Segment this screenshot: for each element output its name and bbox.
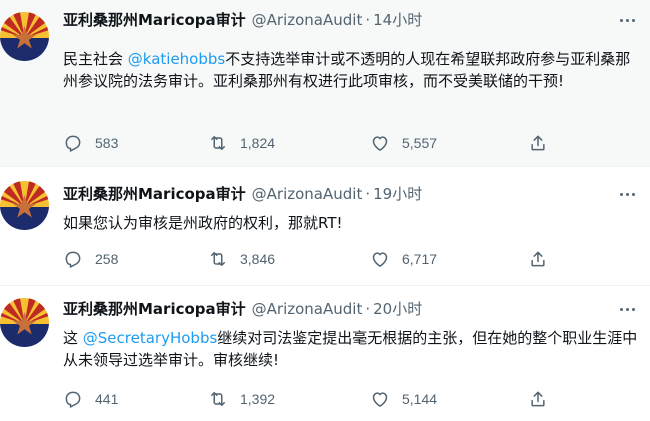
tweet-text-part: 这 (63, 329, 83, 347)
mention-link[interactable]: @katiehobbs (128, 50, 225, 68)
author-name[interactable]: 亚利桑那州Maricopa审计 (63, 300, 246, 318)
like-count: 5,144 (402, 391, 438, 407)
tweet-actions: 258 3,846 6,717 (63, 248, 583, 270)
share-button[interactable] (528, 388, 548, 410)
more-options-icon[interactable] (616, 183, 638, 205)
retweet-button[interactable]: 1,824 (208, 132, 275, 154)
reply-button[interactable]: 583 (63, 132, 118, 154)
mention-link[interactable]: @SecretaryHobbs (83, 329, 218, 347)
tweet-timestamp[interactable]: 20小时 (373, 300, 422, 318)
separator-dot: · (365, 185, 371, 203)
more-options-icon[interactable] (616, 298, 638, 320)
author-handle[interactable]: @ArizonaAudit (252, 300, 363, 318)
retweet-button[interactable]: 3,846 (208, 248, 275, 270)
retweet-count: 1,392 (240, 391, 276, 407)
tweet-2[interactable]: 亚利桑那州Maricopa审计 @ArizonaAudit · 19小时 如果您认为审… (0, 167, 650, 285)
tweet-text: 如果您认为审核是州政府的权利，那就RT! (63, 212, 638, 234)
avatar[interactable] (0, 298, 49, 347)
tweet-3[interactable]: 亚利桑那州Maricopa审计 @ArizonaAudit · 20小时 这 @Sec… (0, 286, 650, 421)
share-icon (531, 391, 545, 407)
retweet-icon (211, 392, 225, 406)
like-button[interactable]: 6,717 (370, 248, 437, 270)
tweet-text-part: 民主社会 (63, 50, 128, 68)
retweet-icon (211, 252, 225, 266)
reply-count: 583 (95, 135, 119, 151)
avatar[interactable] (0, 12, 49, 61)
tweet-actions: 583 1,824 5,557 (63, 132, 583, 154)
tweet-text-part: 如果您认为审核是州政府的权利，那就RT! (63, 214, 343, 232)
author-handle[interactable]: @ArizonaAudit (252, 11, 363, 29)
heart-icon (372, 392, 388, 407)
reply-icon (65, 135, 81, 152)
reply-count: 441 (95, 391, 119, 407)
arizona-flag-avatar-icon (0, 181, 49, 230)
share-icon (531, 135, 545, 151)
reply-icon (65, 391, 81, 408)
like-button[interactable]: 5,557 (370, 132, 437, 154)
tweet-text: 这 @SecretaryHobbs继续对司法鉴定提出毫无根据的主张，但在她的整个… (63, 327, 638, 371)
arizona-flag-avatar-icon (0, 12, 49, 61)
author-handle[interactable]: @ArizonaAudit (252, 185, 363, 203)
author-name[interactable]: 亚利桑那州Maricopa审计 (63, 185, 246, 203)
more-options-icon[interactable] (616, 9, 638, 31)
retweet-count: 1,824 (240, 135, 276, 151)
separator-dot: · (365, 300, 371, 318)
tweet-timestamp[interactable]: 19小时 (373, 185, 422, 203)
reply-button[interactable]: 441 (63, 388, 118, 410)
separator-dot: · (365, 11, 371, 29)
share-icon (531, 251, 545, 267)
author-name[interactable]: 亚利桑那州Maricopa审计 (63, 11, 246, 29)
tweet-text: 民主社会 @katiehobbs不支持选举审计或不透明的人现在希望联邦政府参与亚… (63, 48, 638, 92)
share-button[interactable] (528, 248, 548, 270)
retweet-icon (211, 136, 225, 150)
like-count: 5,557 (402, 135, 438, 151)
like-button[interactable]: 5,144 (370, 388, 437, 410)
heart-icon (372, 252, 388, 267)
heart-icon (372, 136, 388, 151)
retweet-button[interactable]: 1,392 (208, 388, 275, 410)
like-count: 6,717 (402, 251, 438, 267)
reply-button[interactable]: 258 (63, 248, 118, 270)
tweet-header: 亚利桑那州Maricopa审计 @ArizonaAudit · 19小时 (63, 183, 422, 205)
reply-icon (65, 251, 81, 268)
tweet-timestamp[interactable]: 14小时 (373, 11, 422, 29)
tweet-actions: 441 1,392 5,144 (63, 388, 583, 410)
tweet-header: 亚利桑那州Maricopa审计 @ArizonaAudit · 20小时 (63, 298, 422, 320)
retweet-count: 3,846 (240, 251, 276, 267)
share-button[interactable] (528, 132, 548, 154)
tweet-1[interactable]: 亚利桑那州Maricopa审计 @ArizonaAudit · 14小时 民主社会 @… (0, 0, 650, 166)
tweet-header: 亚利桑那州Maricopa审计 @ArizonaAudit · 14小时 (63, 9, 422, 31)
arizona-flag-avatar-icon (0, 298, 49, 347)
avatar[interactable] (0, 181, 49, 230)
reply-count: 258 (95, 251, 119, 267)
